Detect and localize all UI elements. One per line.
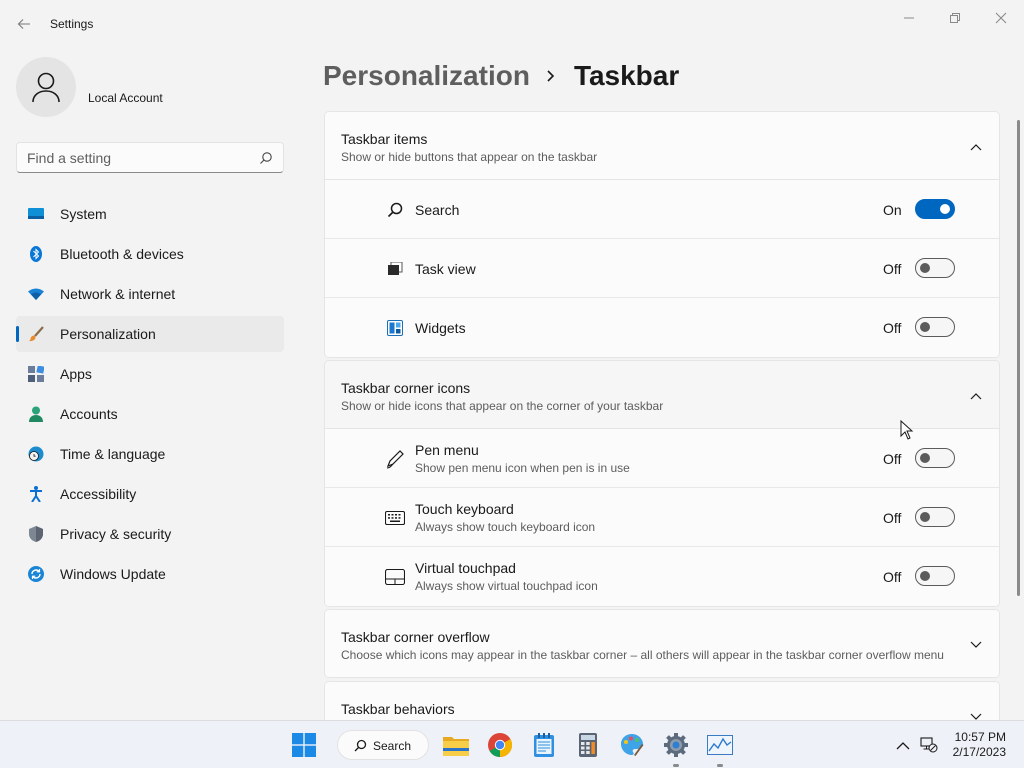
network-disconnected-icon[interactable] — [920, 737, 938, 758]
sidebar-item-accessibility[interactable]: Accessibility — [16, 476, 284, 512]
paint-icon[interactable] — [618, 731, 646, 759]
title-bar: Settings — [0, 0, 1024, 48]
widgets-toggle[interactable] — [915, 317, 955, 337]
task-manager-icon[interactable] — [706, 731, 734, 767]
settings-icon[interactable] — [662, 731, 690, 767]
wifi-icon — [28, 286, 44, 302]
settings-search[interactable] — [16, 142, 284, 173]
windows-taskbar: Search 10:57 PM 2/17/2023 — [0, 720, 1024, 768]
chevron-down-icon[interactable] — [969, 710, 983, 720]
search-input[interactable] — [27, 149, 247, 167]
pen-icon — [385, 449, 405, 469]
file-explorer-icon[interactable] — [442, 731, 470, 759]
restore-button[interactable] — [937, 6, 973, 30]
search-icon[interactable] — [259, 151, 273, 170]
calculator-icon[interactable] — [574, 731, 602, 759]
touchpad-icon — [385, 567, 405, 587]
shield-icon — [28, 526, 44, 542]
toggle-state-label: Off — [883, 320, 902, 336]
show-hidden-icons-chevron-icon[interactable] — [896, 738, 910, 756]
monitor-icon — [28, 206, 44, 222]
page-title: Taskbar — [573, 60, 680, 91]
windows-logo-icon — [292, 733, 316, 757]
chevron-up-icon[interactable] — [969, 389, 983, 403]
notepad-icon[interactable] — [530, 731, 558, 759]
chevron-down-icon[interactable] — [969, 638, 983, 652]
apps-icon — [28, 366, 44, 382]
update-icon — [28, 566, 44, 582]
sidebar-item-windows-update[interactable]: Windows Update — [16, 556, 284, 592]
globe-clock-icon — [28, 446, 44, 462]
minimize-button[interactable] — [891, 6, 927, 30]
toggle-state-label: Off — [883, 451, 902, 467]
task-view-toggle[interactable] — [915, 258, 955, 278]
user-profile[interactable]: Local Account — [16, 57, 284, 119]
brush-icon — [28, 326, 44, 342]
search-icon — [385, 200, 405, 220]
back-arrow-icon — [17, 19, 30, 29]
setting-row-touch-keyboard: Touch keyboard Always show touch keyboar… — [325, 488, 999, 547]
taskbar-search[interactable]: Search — [337, 730, 429, 760]
setting-row-search: Search On — [325, 180, 999, 239]
scrollbar[interactable] — [1017, 120, 1020, 596]
start-button[interactable] — [292, 733, 316, 757]
running-indicator — [717, 764, 723, 767]
avatar — [16, 57, 76, 117]
minimize-icon — [904, 17, 914, 19]
task-view-icon — [385, 259, 405, 279]
breadcrumb: Personalization Taskbar — [323, 58, 679, 94]
app-title: Settings — [50, 17, 94, 31]
chrome-icon[interactable] — [486, 731, 514, 759]
chevron-right-icon — [546, 69, 556, 83]
running-indicator — [673, 764, 679, 767]
keyboard-icon — [385, 508, 405, 528]
taskbar-corner-icons-header[interactable]: Taskbar corner icons Show or hide icons … — [325, 361, 999, 429]
profile-name: Local Account — [88, 91, 163, 105]
taskbar-behaviors-header[interactable]: Taskbar behaviors — [325, 682, 999, 720]
toggle-state-label: On — [883, 202, 902, 218]
toggle-state-label: Off — [883, 510, 902, 526]
sidebar-item-personalization[interactable]: Personalization — [16, 316, 284, 352]
setting-row-pen-menu: Pen menu Show pen menu icon when pen is … — [325, 429, 999, 488]
chevron-up-icon[interactable] — [969, 140, 983, 154]
virtual-touchpad-toggle[interactable] — [915, 566, 955, 586]
clock-date: 2/17/2023 — [952, 745, 1006, 759]
toggle-state-label: Off — [883, 261, 902, 277]
clock-time: 10:57 PM — [954, 730, 1006, 744]
mouse-cursor-icon — [900, 420, 914, 440]
close-icon — [995, 12, 1007, 24]
pen-menu-toggle[interactable] — [915, 448, 955, 468]
touch-keyboard-toggle[interactable] — [915, 507, 955, 527]
person-icon — [28, 406, 44, 422]
sidebar-item-privacy[interactable]: Privacy & security — [16, 516, 284, 552]
bluetooth-icon — [28, 246, 44, 262]
sidebar-item-network[interactable]: Network & internet — [16, 276, 284, 312]
toggle-state-label: Off — [883, 569, 902, 585]
restore-icon — [950, 13, 960, 23]
taskbar-corner-overflow-section[interactable]: Taskbar corner overflow Choose which ico… — [324, 609, 1000, 678]
accessibility-icon — [28, 486, 44, 502]
setting-row-task-view: Task view Off — [325, 239, 999, 298]
sidebar-item-apps[interactable]: Apps — [16, 356, 284, 392]
taskbar-items-section: Taskbar items Show or hide buttons that … — [324, 111, 1000, 358]
sidebar-item-bluetooth[interactable]: Bluetooth & devices — [16, 236, 284, 272]
sidebar-item-system[interactable]: System — [16, 196, 284, 232]
breadcrumb-parent[interactable]: Personalization — [323, 60, 530, 92]
taskbar-behaviors-section[interactable]: Taskbar behaviors — [324, 681, 1000, 720]
setting-row-virtual-touchpad: Virtual touchpad Always show virtual tou… — [325, 547, 999, 606]
taskbar-corner-overflow-header[interactable]: Taskbar corner overflow Choose which ico… — [325, 610, 999, 677]
setting-row-widgets: Widgets Off — [325, 298, 999, 357]
search-toggle[interactable] — [915, 199, 955, 219]
sidebar-item-time-language[interactable]: Time & language — [16, 436, 284, 472]
back-button[interactable] — [12, 12, 36, 36]
sidebar-item-accounts[interactable]: Accounts — [16, 396, 284, 432]
search-icon — [354, 739, 367, 752]
sidebar-nav: System Bluetooth & devices Network & int… — [16, 196, 284, 596]
taskbar-items-header[interactable]: Taskbar items Show or hide buttons that … — [325, 112, 999, 180]
system-clock[interactable]: 10:57 PM 2/17/2023 — [953, 730, 1006, 760]
widgets-icon — [385, 318, 405, 338]
taskbar-corner-icons-section: Taskbar corner icons Show or hide icons … — [324, 360, 1000, 607]
close-button[interactable] — [983, 6, 1019, 30]
person-icon — [32, 72, 60, 103]
